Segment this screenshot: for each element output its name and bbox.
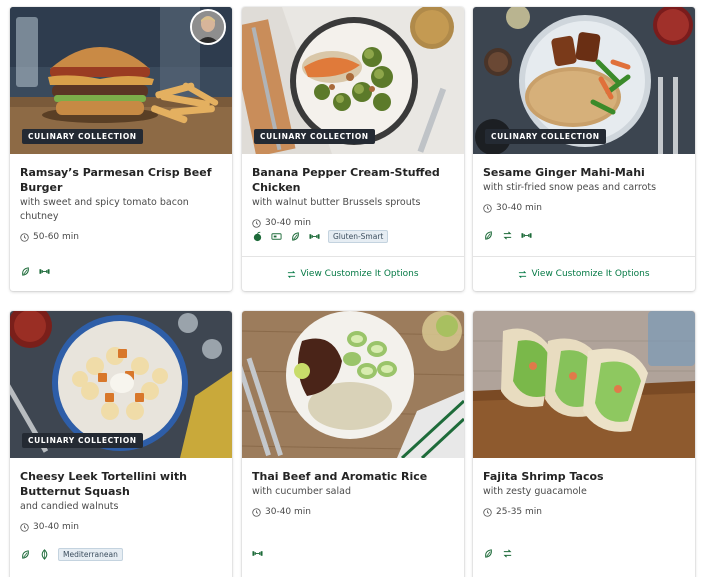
cook-time-text: 30-40 min bbox=[33, 522, 79, 532]
recipe-title[interactable]: Thai Beef and Aromatic Rice bbox=[252, 469, 454, 484]
recipe-card[interactable]: CULINARY COLLECTION Banana Pepper Cream-… bbox=[242, 7, 464, 291]
leaf-icon bbox=[292, 232, 299, 241]
recipe-card[interactable]: CULINARY COLLECTION Cheesy Leek Tortelli… bbox=[10, 311, 232, 577]
swap-icon bbox=[503, 549, 512, 558]
cook-time: 30-40 min bbox=[252, 218, 454, 228]
customize-options-label: View Customize It Options bbox=[531, 269, 650, 279]
clock-icon bbox=[483, 203, 492, 213]
swap-arrows-icon bbox=[288, 270, 296, 278]
culinary-collection-badge: CULINARY COLLECTION bbox=[254, 129, 375, 144]
recipe-subtitle: and candied walnuts bbox=[20, 501, 119, 512]
leaf-icon bbox=[485, 549, 492, 558]
clock-icon bbox=[483, 507, 492, 517]
recipe-photo[interactable]: CULINARY COLLECTION bbox=[242, 7, 464, 154]
recipe-photo[interactable]: CULINARY COLLECTION bbox=[10, 311, 232, 458]
recipe-subtitle: with sweet and spicy tomato bacon chutne… bbox=[20, 197, 189, 222]
recipe-tags: Gluten-Smart bbox=[252, 230, 389, 243]
chef-avatar bbox=[190, 9, 226, 45]
leaf-icon bbox=[22, 550, 29, 559]
clock-icon bbox=[252, 507, 261, 517]
recipe-photo[interactable] bbox=[473, 311, 695, 458]
dumbbell-icon bbox=[309, 234, 320, 239]
cook-time: 30-40 min bbox=[252, 507, 454, 517]
cook-time: 30-40 min bbox=[20, 522, 222, 532]
recipe-photo[interactable]: CULINARY COLLECTION bbox=[473, 7, 695, 154]
recipe-card[interactable]: CULINARY COLLECTION Sesame Ginger Mahi-M… bbox=[473, 7, 695, 291]
recipe-card[interactable]: Fajita Shrimp Tacos with zesty guacamole… bbox=[473, 311, 695, 577]
recipe-title[interactable]: Fajita Shrimp Tacos bbox=[483, 469, 685, 484]
clock-icon bbox=[20, 522, 29, 532]
vegetarian-icon bbox=[41, 549, 48, 560]
recipe-photo[interactable]: CULINARY COLLECTION bbox=[10, 7, 232, 154]
dumbbell-icon bbox=[521, 233, 532, 238]
customize-options-label: View Customize It Options bbox=[300, 269, 419, 279]
cook-time: 25-35 min bbox=[483, 507, 685, 517]
clock-icon bbox=[20, 232, 29, 242]
dumbbell-icon bbox=[39, 269, 50, 274]
recipe-tags bbox=[483, 548, 513, 559]
recipe-subtitle: with stir-fried snow peas and carrots bbox=[483, 182, 657, 193]
recipe-card[interactable]: Thai Beef and Aromatic Rice with cucumbe… bbox=[242, 311, 464, 577]
swap-arrows-icon bbox=[519, 270, 527, 278]
customize-options-link[interactable]: View Customize It Options bbox=[473, 256, 695, 291]
cook-time-text: 30-40 min bbox=[265, 218, 311, 228]
culinary-collection-badge: CULINARY COLLECTION bbox=[22, 433, 143, 448]
recipe-subtitle: with cucumber salad bbox=[252, 486, 351, 497]
recipe-tags bbox=[20, 266, 50, 277]
leaf-icon bbox=[485, 231, 492, 240]
cook-time-text: 25-35 min bbox=[496, 507, 542, 517]
recipe-card[interactable]: CULINARY COLLECTION Ramsay’s Parmesan Cr… bbox=[10, 7, 232, 291]
dumbbell-icon bbox=[252, 551, 263, 556]
recipe-photo[interactable] bbox=[242, 311, 464, 458]
recipe-tags: Mediterranean bbox=[20, 548, 123, 561]
cook-time: 30-40 min bbox=[483, 203, 685, 213]
recipe-title[interactable]: Ramsay’s Parmesan Crisp Beef Burger bbox=[20, 165, 222, 195]
apple-icon bbox=[253, 231, 262, 242]
calorie-icon bbox=[271, 233, 282, 240]
culinary-collection-badge: CULINARY COLLECTION bbox=[22, 129, 143, 144]
recipe-subtitle: with walnut butter Brussels sprouts bbox=[252, 197, 421, 208]
cook-time-text: 30-40 min bbox=[265, 507, 311, 517]
leaf-icon bbox=[22, 267, 29, 276]
customize-options-link[interactable]: View Customize It Options bbox=[242, 256, 464, 291]
recipe-subtitle: with zesty guacamole bbox=[483, 486, 587, 497]
recipe-title[interactable]: Cheesy Leek Tortellini with Butternut Sq… bbox=[20, 469, 222, 499]
cook-time-text: 50-60 min bbox=[33, 232, 79, 242]
recipe-tags bbox=[252, 548, 263, 559]
recipe-title[interactable]: Sesame Ginger Mahi-Mahi bbox=[483, 165, 685, 180]
cook-time: 50-60 min bbox=[20, 232, 222, 242]
clock-icon bbox=[252, 218, 261, 228]
diet-tag: Gluten-Smart bbox=[328, 230, 389, 243]
recipe-tags bbox=[483, 230, 532, 241]
culinary-collection-badge: CULINARY COLLECTION bbox=[485, 129, 606, 144]
diet-tag: Mediterranean bbox=[58, 548, 123, 561]
swap-icon bbox=[503, 231, 512, 240]
cook-time-text: 30-40 min bbox=[496, 203, 542, 213]
recipe-title[interactable]: Banana Pepper Cream-Stuffed Chicken bbox=[252, 165, 454, 195]
